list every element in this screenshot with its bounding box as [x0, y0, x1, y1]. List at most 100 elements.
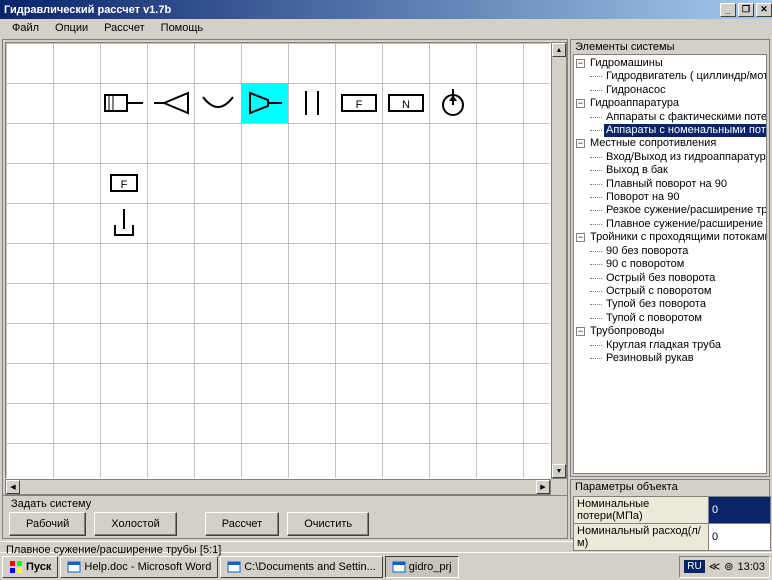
tree-item[interactable]: Острый без поворота: [590, 272, 766, 285]
tree-item-label[interactable]: Острый без поворота: [604, 272, 717, 285]
calc-button[interactable]: Рассчет: [205, 512, 280, 536]
symbol-pump-circle[interactable]: [429, 83, 476, 123]
tree-item-label[interactable]: Тупой без поворота: [604, 298, 708, 311]
symbol-n-box[interactable]: N: [382, 83, 429, 123]
menubar: Файл Опции Рассчет Помощь: [0, 19, 772, 37]
clock: 13:03: [737, 561, 765, 573]
symbol-selected-cone[interactable]: [241, 83, 288, 123]
tree-item[interactable]: 90 без поворота: [590, 245, 766, 258]
maximize-button[interactable]: ❐: [738, 3, 754, 17]
tree-item-label[interactable]: Круглая гладкая труба: [604, 339, 723, 352]
drawing-canvas[interactable]: F N F: [5, 42, 551, 479]
tree-item[interactable]: Поворот на 90: [590, 191, 766, 204]
tree-branch[interactable]: −Гидромашины: [576, 57, 766, 70]
canvas-area: F N F ▲▼ ◀▶: [3, 40, 567, 495]
app-icon: [67, 560, 81, 574]
tray-icon[interactable]: ≪: [709, 560, 721, 573]
tray-icon-2[interactable]: ⊚: [724, 560, 733, 573]
tree-item-label[interactable]: 90 без поворота: [604, 245, 690, 258]
param-name: Номинальные потери(МПа): [574, 497, 709, 524]
scroll-right-icon[interactable]: ▶: [536, 480, 550, 494]
tree-item[interactable]: Круглая гладкая труба: [590, 339, 766, 352]
tree-item[interactable]: Острый с поворотом: [590, 285, 766, 298]
tree-item-label[interactable]: Резкое сужение/расширение трубы: [604, 204, 767, 217]
start-button[interactable]: Пуск: [2, 556, 58, 578]
minimize-button[interactable]: _: [720, 3, 736, 17]
tree-item-label[interactable]: Гидродвигатель ( циллиндр/мотор ): [604, 70, 767, 83]
symbol-horn[interactable]: [147, 83, 194, 123]
symbol-f-box[interactable]: F: [335, 83, 382, 123]
symbol-cylinder[interactable]: [100, 83, 147, 123]
tree-item-label[interactable]: Аппараты с фактическими потерями: [604, 111, 767, 124]
symbol-parallel[interactable]: [288, 83, 335, 123]
tree-item-label[interactable]: Аппараты с номенальными потерями: [604, 124, 767, 137]
tree-item-label[interactable]: Тупой с поворотом: [604, 312, 704, 325]
scroll-down-icon[interactable]: ▼: [552, 464, 566, 478]
menu-file[interactable]: Файл: [4, 20, 47, 36]
expand-icon[interactable]: −: [576, 233, 585, 242]
tree-item-label[interactable]: Острый с поворотом: [604, 285, 713, 298]
tree-item-label[interactable]: Гидронасос: [604, 84, 668, 97]
system-tray[interactable]: RU ≪ ⊚ 13:03: [679, 556, 770, 578]
tree-label[interactable]: Трубопроводы: [588, 325, 666, 338]
symbol-arc[interactable]: [194, 83, 241, 123]
expand-icon[interactable]: −: [576, 99, 585, 108]
tree-item[interactable]: Плавный поворот на 90: [590, 178, 766, 191]
tree-item-label[interactable]: Поворот на 90: [604, 191, 681, 204]
tree-item-label[interactable]: Плавный поворот на 90: [604, 178, 729, 191]
tree-label[interactable]: Гидромашины: [588, 57, 665, 70]
taskbar-item[interactable]: C:\Documents and Settin...: [220, 556, 382, 578]
symbol-tank[interactable]: [100, 203, 147, 243]
tree-label[interactable]: Тройники с проходящими потоками: [588, 231, 767, 244]
tree-title: Элементы системы: [571, 40, 769, 54]
param-value[interactable]: 0: [709, 524, 771, 551]
tree-branch[interactable]: −Трубопроводы: [576, 325, 766, 338]
elements-tree[interactable]: −ГидромашиныГидродвигатель ( циллиндр/мо…: [573, 54, 767, 474]
tree-branch[interactable]: −Гидроаппаратура: [576, 97, 766, 110]
tree-branch[interactable]: −Местные сопротивления: [576, 137, 766, 150]
tree-item[interactable]: Тупой с поворотом: [590, 312, 766, 325]
work-button[interactable]: Рабочий: [9, 512, 86, 536]
tree-item-label[interactable]: Выход в бак: [604, 164, 670, 177]
tree-item[interactable]: Резиновый рукав: [590, 352, 766, 365]
tree-item[interactable]: Вход/Выход из гидроаппаратуры: [590, 151, 766, 164]
expand-icon[interactable]: −: [576, 327, 585, 336]
tree-item[interactable]: Выход в бак: [590, 164, 766, 177]
clear-button[interactable]: Очистить: [287, 512, 369, 536]
horizontal-scrollbar[interactable]: ◀▶: [5, 479, 551, 495]
param-value[interactable]: 0: [709, 497, 771, 524]
lang-indicator[interactable]: RU: [684, 560, 704, 573]
tree-item[interactable]: Резкое сужение/расширение трубы: [590, 204, 766, 217]
idle-button[interactable]: Холостой: [94, 512, 176, 536]
tree-item[interactable]: Плавное сужение/расширение трубы: [590, 218, 766, 231]
param-name: Номинальный расход(л/м): [574, 524, 709, 551]
param-row[interactable]: Номинальный расход(л/м)0: [574, 524, 771, 551]
symbol-f-small[interactable]: F: [100, 163, 147, 203]
menu-options[interactable]: Опции: [47, 20, 96, 36]
menu-help[interactable]: Помощь: [153, 20, 212, 36]
tree-label[interactable]: Гидроаппаратура: [588, 97, 681, 110]
tree-item[interactable]: Гидронасос: [590, 84, 766, 97]
svg-text:N: N: [402, 99, 410, 111]
menu-calc[interactable]: Рассчет: [96, 20, 153, 36]
tree-branch[interactable]: −Тройники с проходящими потоками: [576, 231, 766, 244]
tree-item[interactable]: Аппараты с фактическими потерями: [590, 111, 766, 124]
tree-item-label[interactable]: Резиновый рукав: [604, 352, 696, 365]
close-button[interactable]: ✕: [756, 3, 772, 17]
scroll-left-icon[interactable]: ◀: [6, 480, 20, 494]
expand-icon[interactable]: −: [576, 59, 585, 68]
taskbar-item[interactable]: Help.doc - Microsoft Word: [60, 556, 218, 578]
tree-item[interactable]: Гидродвигатель ( циллиндр/мотор ): [590, 70, 766, 83]
param-row[interactable]: Номинальные потери(МПа)0: [574, 497, 771, 524]
scroll-up-icon[interactable]: ▲: [552, 43, 566, 57]
tree-item[interactable]: 90 с поворотом: [590, 258, 766, 271]
tree-item-label[interactable]: Плавное сужение/расширение трубы: [604, 218, 767, 231]
expand-icon[interactable]: −: [576, 139, 585, 148]
vertical-scrollbar[interactable]: ▲▼: [551, 42, 567, 479]
taskbar-item[interactable]: gidro_prj: [385, 556, 459, 578]
tree-item[interactable]: Аппараты с номенальными потерями: [590, 124, 766, 137]
tree-item-label[interactable]: Вход/Выход из гидроаппаратуры: [604, 151, 767, 164]
tree-label[interactable]: Местные сопротивления: [588, 137, 718, 150]
tree-item[interactable]: Тупой без поворота: [590, 298, 766, 311]
tree-item-label[interactable]: 90 с поворотом: [604, 258, 686, 271]
